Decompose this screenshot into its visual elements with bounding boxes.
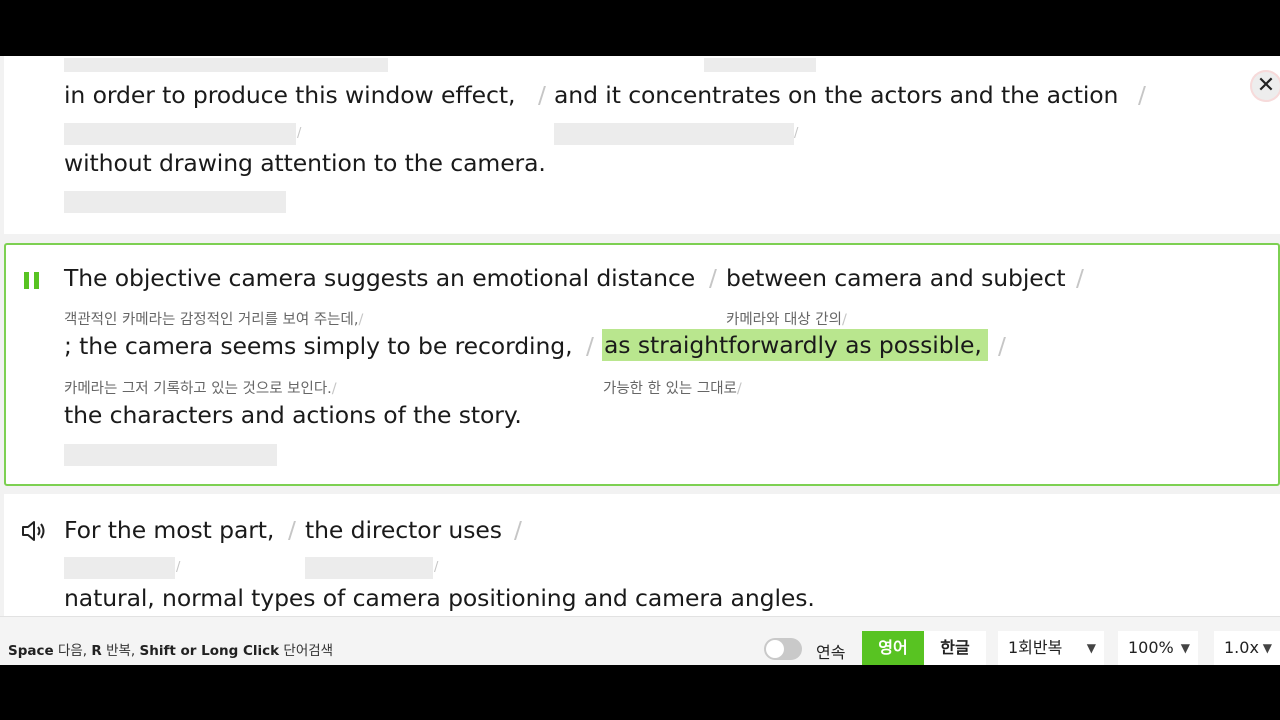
translation-placeholder: [64, 444, 277, 466]
chunk[interactable]: The objective camera suggests an emotion…: [64, 264, 695, 292]
chunk-divider: /: [297, 126, 302, 141]
chevron-down-icon: ▼: [1262, 641, 1272, 655]
chunk-divider: /: [586, 332, 594, 360]
english-button[interactable]: 영어: [862, 631, 924, 665]
chunk[interactable]: in order to produce this window effect,: [64, 81, 515, 109]
chunk-divider: /: [538, 81, 546, 109]
chunk-divider: /: [176, 560, 181, 575]
translation-chunk: 카메라와 대상 간의: [726, 312, 842, 328]
chunk-divider: /: [288, 516, 296, 544]
current-chunk-highlight[interactable]: as straightforwardly as possible,: [602, 329, 988, 361]
zoom-select[interactable]: 100% ▼: [1118, 631, 1198, 665]
chunk[interactable]: For the most part,: [64, 516, 274, 544]
close-icon: ✕: [1256, 73, 1276, 98]
chunk[interactable]: ; the camera seems simply to be recordin…: [64, 332, 573, 360]
speed-select[interactable]: 1.0x ▼: [1214, 631, 1280, 665]
footer-toolbar: Space 다음, R 반복, Shift or Long Click 단어검색…: [0, 616, 1280, 665]
translation-placeholder: [554, 123, 794, 145]
korean-button[interactable]: 한글: [924, 631, 986, 665]
chunk-divider: /: [709, 264, 717, 292]
translation-chunk: 가능한 한 있는 그대로: [603, 381, 737, 397]
pause-icon[interactable]: [24, 272, 42, 290]
chunk-divider: /: [514, 516, 522, 544]
chunk[interactable]: the characters and actions of the story.: [64, 401, 522, 429]
chunk[interactable]: between camera and subject: [726, 264, 1066, 292]
translation-placeholder: [704, 58, 816, 72]
translation-chunk: 객관적인 카메라는 감정적인 거리를 보여 주는데,: [64, 312, 359, 328]
continuous-toggle[interactable]: [764, 638, 802, 660]
translation-placeholder: [64, 191, 286, 213]
translation-placeholder: [64, 557, 175, 579]
chunk-divider: /: [1138, 81, 1146, 109]
keyboard-hint: Space 다음, R 반복, Shift or Long Click 단어검색: [8, 643, 334, 659]
chevron-down-icon: ▼: [1086, 641, 1096, 655]
repeat-select[interactable]: 1회반복 ▼: [998, 631, 1104, 665]
translation-line: 가능한 한 있는 그대로/: [603, 381, 742, 397]
translation-placeholder: [305, 557, 433, 579]
chunk-divider: /: [998, 332, 1006, 360]
close-button[interactable]: ✕: [1250, 70, 1280, 102]
chunk[interactable]: and it concentrates on the actors and th…: [554, 81, 1118, 109]
translation-line: 카메라와 대상 간의/: [726, 312, 847, 328]
chunk[interactable]: the director uses: [305, 516, 502, 544]
chevron-down-icon: ▼: [1180, 641, 1190, 655]
translation-placeholder: [64, 123, 296, 145]
translation-placeholder: [64, 58, 388, 72]
continuous-label: 연속: [816, 643, 846, 662]
chunk[interactable]: without drawing attention to the camera.: [64, 149, 546, 177]
chunk[interactable]: natural, normal types of camera position…: [64, 584, 815, 612]
chunk-divider: /: [434, 560, 439, 575]
translation-line: 객관적인 카메라는 감정적인 거리를 보여 주는데,/: [64, 312, 364, 328]
translation-chunk: 카메라는 그저 기록하고 있는 것으로 보인다.: [64, 381, 332, 397]
reader-app: in order to produce this window effect, …: [0, 56, 1280, 664]
chunk-divider: /: [1076, 264, 1084, 292]
chunk-divider: /: [794, 126, 799, 141]
speaker-icon[interactable]: [20, 517, 50, 545]
translation-line: 카메라는 그저 기록하고 있는 것으로 보인다./: [64, 381, 337, 397]
